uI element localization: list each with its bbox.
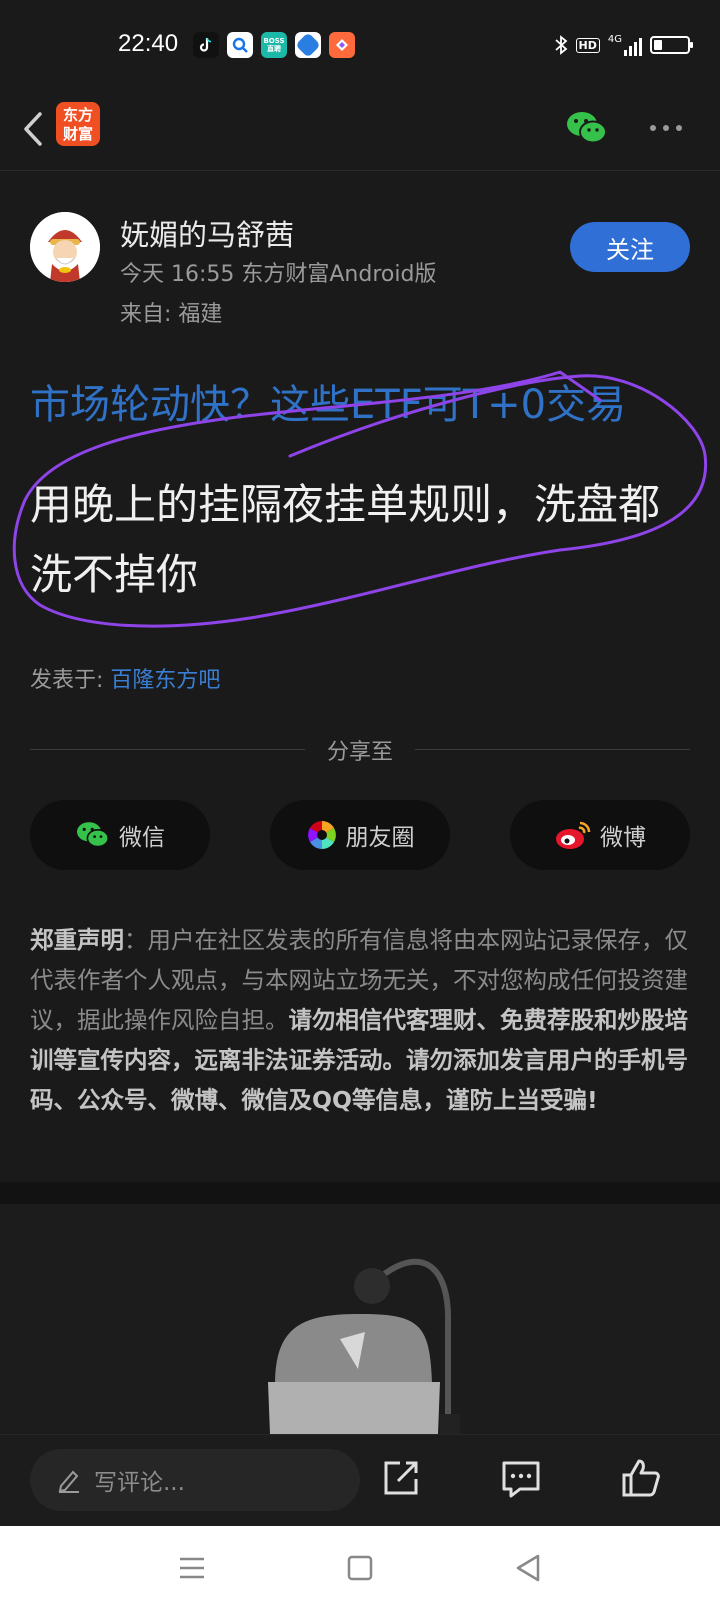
menu-icon[interactable] <box>172 1548 212 1588</box>
more-icon[interactable] <box>650 116 690 140</box>
system-nav-bar <box>0 1526 720 1612</box>
share-moments-label: 朋友圈 <box>345 825 415 851</box>
share-out-icon[interactable] <box>378 1455 424 1501</box>
post-location: 来自: 福建 <box>120 302 223 327</box>
back-nav-icon[interactable] <box>508 1548 548 1588</box>
tiktok-icon <box>193 32 219 58</box>
back-icon[interactable] <box>16 106 56 152</box>
comment-input[interactable]: 写评论... <box>30 1449 360 1511</box>
bluetooth-icon <box>554 35 567 55</box>
post-title: 用晚上的挂隔夜挂单规则，洗盘都洗不掉你 <box>30 480 661 599</box>
section-separator <box>0 1182 720 1204</box>
hd-icon: HD <box>575 37 600 53</box>
wechat-icon <box>77 822 110 848</box>
status-time: 22:40 <box>118 30 179 57</box>
avatar[interactable] <box>30 212 100 282</box>
top-nav-bar: 东方 财富 <box>0 90 720 171</box>
status-indicators: HD 4G <box>554 30 693 60</box>
author-name[interactable]: 妩媚的马舒茜 <box>120 212 294 254</box>
eastmoney-logo[interactable]: 东方 财富 <box>56 102 100 146</box>
stock-bar-link[interactable]: 百隆东方吧 <box>110 668 220 693</box>
disclaimer: 郑重声明：用户在社区发表的所有信息将由本网站记录保存，仅代表作者个人观点，与本网… <box>30 920 695 1120</box>
search-app-icon <box>227 32 253 58</box>
follow-button[interactable]: 关注 <box>570 222 690 272</box>
browser-app-icon <box>295 32 321 58</box>
promo-image-area[interactable] <box>0 1204 720 1434</box>
share-weibo-button[interactable]: 微博 <box>510 800 690 870</box>
disclaimer-colon: ： <box>124 926 148 954</box>
share-moments-button[interactable]: 朋友圈 <box>270 800 450 870</box>
home-icon[interactable] <box>340 1548 380 1588</box>
pencil-icon <box>58 1470 79 1493</box>
like-icon[interactable] <box>618 1455 664 1501</box>
weibo-icon <box>556 821 591 849</box>
status-bar: 22:40 BOSS 直聘 HD 4G <box>0 0 720 90</box>
boss-app-icon: BOSS 直聘 <box>261 32 287 58</box>
share-weibo-label: 微博 <box>600 825 646 851</box>
divider <box>415 749 690 750</box>
moments-icon <box>307 821 336 849</box>
battery-icon <box>650 36 693 54</box>
bottom-action-bar: 写评论... <box>0 1434 720 1527</box>
posted-in: 发表于: 百隆东方吧 <box>30 662 220 694</box>
4g-signal-icon: 4G <box>608 34 642 56</box>
4g-label: 4G <box>607 34 622 45</box>
comment-icon[interactable] <box>498 1455 544 1501</box>
share-wechat-button[interactable]: 微信 <box>30 800 210 870</box>
share-label: 分享至 <box>326 740 393 765</box>
share-wechat-label: 微信 <box>119 825 165 851</box>
comment-placeholder: 写评论... <box>94 1470 185 1496</box>
post-meta: 今天 16:55 东方财富Android版 <box>120 262 437 287</box>
shortcut-app-icon <box>329 32 355 58</box>
speaker-device-image <box>268 1258 460 1434</box>
divider <box>30 749 305 750</box>
posted-prefix: 发表于: <box>30 668 111 693</box>
disclaimer-heading: 郑重声明 <box>30 926 124 954</box>
avatar-image <box>30 212 100 282</box>
wechat-icon[interactable] <box>565 108 609 148</box>
topic-link[interactable]: 市场轮动快？这些ETF可T+0交易 <box>30 372 626 430</box>
